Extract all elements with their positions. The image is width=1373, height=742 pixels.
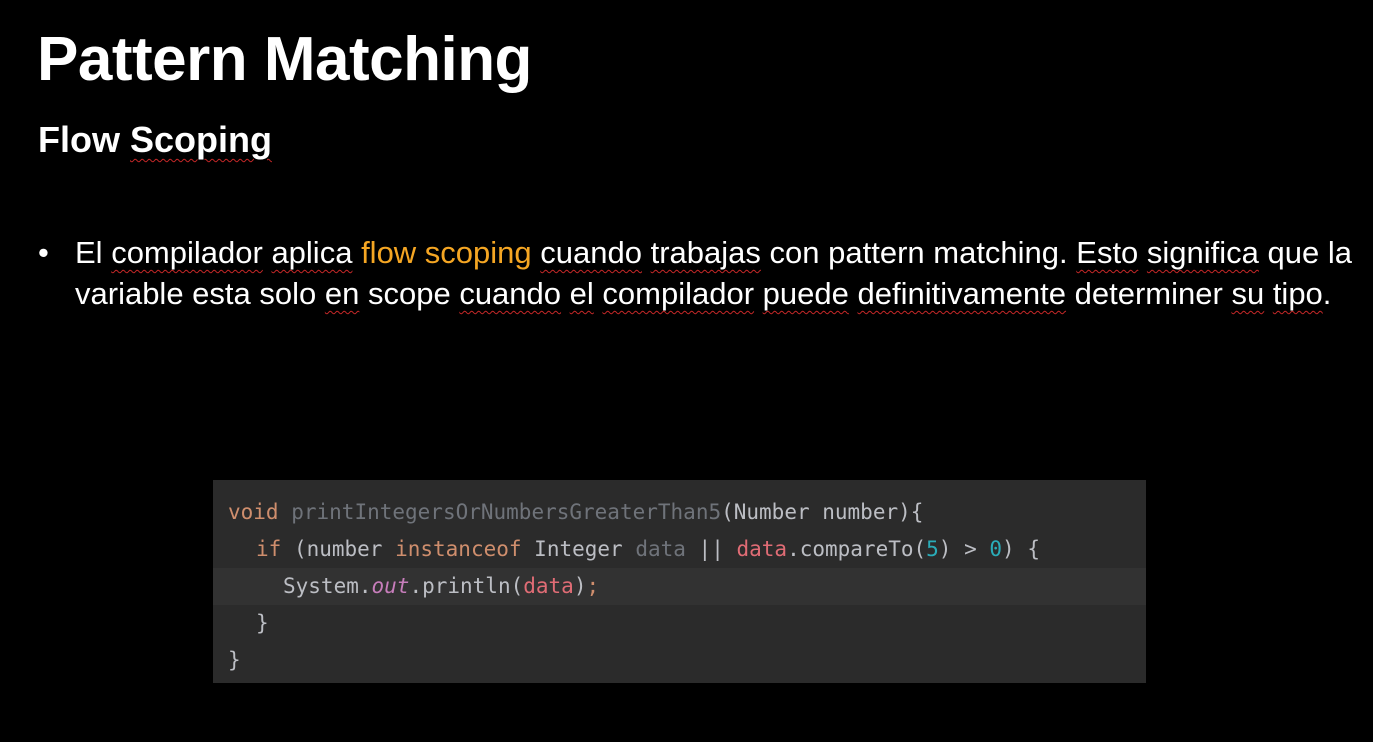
code-token: System. bbox=[283, 574, 372, 598]
subtitle-word-flow: Flow bbox=[38, 119, 120, 160]
spellcheck-word: compilador bbox=[111, 235, 263, 270]
code-line: } bbox=[213, 642, 1146, 679]
spellcheck-word: definitivamente bbox=[857, 276, 1067, 311]
code-line: void printIntegersOrNumbersGreaterThan5(… bbox=[213, 494, 1146, 531]
code-line-current: System.out.println(data); bbox=[213, 568, 1146, 605]
spellcheck-word: tipo bbox=[1272, 276, 1323, 311]
code-token: .compareTo( bbox=[787, 537, 927, 561]
code-token: (number bbox=[281, 537, 396, 561]
code-token: instanceof bbox=[395, 537, 522, 561]
bullet-text-segment bbox=[1138, 235, 1147, 270]
spellcheck-word: el bbox=[569, 276, 594, 311]
bullet-text-segment: scope bbox=[359, 276, 460, 311]
subtitle-word-scoping: Scoping bbox=[130, 119, 272, 160]
bullet-text-segment bbox=[532, 235, 541, 270]
bullet-text-segment: El bbox=[75, 235, 112, 270]
bullet-text-segment bbox=[754, 276, 763, 311]
slide-subtitle: Flow Scoping bbox=[38, 118, 272, 161]
bullet-text-segment: determiner bbox=[1066, 276, 1232, 311]
spellcheck-word: cuando bbox=[540, 235, 642, 270]
code-token: out bbox=[371, 574, 410, 598]
spellcheck-word: compilador bbox=[602, 276, 755, 311]
code-token: } bbox=[228, 648, 241, 672]
spellcheck-word: trabajas bbox=[650, 235, 761, 270]
code-token: || bbox=[685, 537, 737, 561]
code-token: ) > bbox=[938, 537, 990, 561]
code-snippet: void printIntegersOrNumbersGreaterThan5(… bbox=[213, 480, 1146, 683]
code-token: } bbox=[256, 611, 269, 635]
slide-title: Pattern Matching bbox=[37, 25, 532, 94]
code-token: void bbox=[228, 500, 279, 524]
code-token: data bbox=[523, 574, 574, 598]
code-line: } bbox=[213, 605, 1146, 642]
spellcheck-word: cuando bbox=[459, 276, 562, 311]
code-line: if (number instanceof Integer data || da… bbox=[213, 531, 1146, 568]
bullet-text-segment: con pattern matching. bbox=[760, 235, 1077, 270]
spellcheck-word: aplica bbox=[271, 235, 353, 270]
code-token: (Number number){ bbox=[721, 500, 924, 524]
spellcheck-word: en bbox=[324, 276, 360, 311]
code-token: printIntegersOrNumbersGreaterThan5 bbox=[291, 500, 722, 524]
bullet-text-segment: . bbox=[1322, 276, 1332, 311]
code-token: if bbox=[256, 537, 282, 561]
highlighted-term: flow scoping bbox=[361, 235, 532, 270]
bullet-text-segment bbox=[849, 276, 858, 311]
code-token: .println( bbox=[409, 574, 524, 598]
bullet-dot: • bbox=[38, 235, 49, 270]
bullet-text: El compilador aplica flow scoping cuando… bbox=[75, 235, 1352, 311]
spellcheck-word: puede bbox=[762, 276, 849, 311]
code-token: ) { bbox=[1002, 537, 1040, 561]
code-token: ; bbox=[586, 574, 600, 598]
code-token: data bbox=[736, 537, 788, 561]
bullet-text-segment bbox=[352, 235, 361, 270]
spellcheck-word: significa bbox=[1146, 235, 1259, 270]
bullet-text-segment bbox=[1264, 276, 1273, 311]
spellcheck-word: Esto bbox=[1076, 235, 1139, 270]
bullet-item: • El compilador aplica flow scoping cuan… bbox=[38, 232, 1358, 314]
code-token: ) bbox=[573, 574, 587, 598]
bullet-text-segment bbox=[561, 276, 570, 311]
bullet-list: • El compilador aplica flow scoping cuan… bbox=[38, 232, 1358, 314]
code-token: Integer bbox=[521, 537, 636, 561]
code-token: 0 bbox=[989, 537, 1003, 561]
code-token: data bbox=[635, 537, 686, 561]
spellcheck-word: su bbox=[1231, 276, 1265, 311]
bullet-text-segment bbox=[642, 235, 651, 270]
code-token: 5 bbox=[926, 537, 939, 561]
